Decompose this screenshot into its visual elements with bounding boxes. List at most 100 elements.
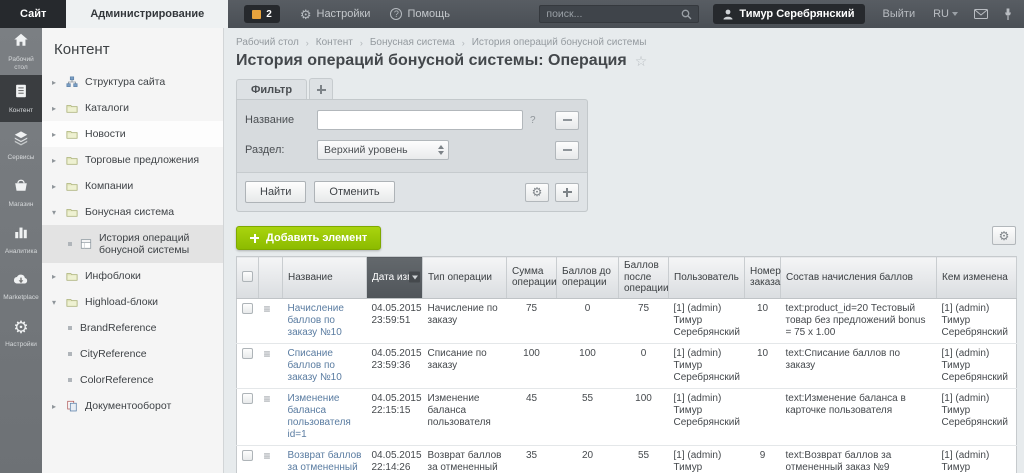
stepper-icon <box>438 145 444 155</box>
row-menu-icon[interactable]: ≡ <box>264 392 271 406</box>
bullet-icon <box>66 326 74 330</box>
expand-arrow-icon[interactable]: ▸ <box>52 156 60 165</box>
expand-arrow-icon[interactable]: ▸ <box>52 104 60 113</box>
cell-type: Изменение баланса пользователя <box>423 388 507 445</box>
filter-collapse-button[interactable] <box>582 88 588 94</box>
add-filter-field-button[interactable] <box>555 183 579 202</box>
filter-settings-button[interactable]: ⚙ <box>525 183 549 202</box>
breadcrumb-item[interactable]: Рабочий стол <box>236 37 299 48</box>
list-settings-button[interactable]: ⚙ <box>992 226 1016 245</box>
expand-arrow-icon[interactable]: ▸ <box>52 182 60 191</box>
menu-item[interactable]: ColorReference <box>42 367 223 393</box>
menu-item[interactable]: ▸Документооборот <box>42 393 223 419</box>
help-icon[interactable]: ? <box>530 115 536 126</box>
column-header-sum[interactable]: Сумма операции <box>507 257 557 299</box>
row-checkbox[interactable] <box>242 450 253 461</box>
cell-detail: text:product_id=20 Тестовый товар без пр… <box>781 298 937 343</box>
gear-icon: ⚙ <box>13 319 28 338</box>
messages-icon[interactable] <box>974 9 988 19</box>
menu-item[interactable]: ▾Бонусная система <box>42 199 223 225</box>
breadcrumb-item[interactable]: Бонусная система <box>370 37 455 48</box>
row-checkbox[interactable] <box>242 348 253 359</box>
expand-arrow-icon[interactable]: ▸ <box>52 402 60 411</box>
rail-item-label: Настройки <box>1 341 41 348</box>
name-filter-input[interactable] <box>317 110 523 130</box>
expand-arrow-icon[interactable]: ▾ <box>52 208 60 217</box>
expand-arrow-icon[interactable]: ▸ <box>52 272 60 281</box>
row-menu-icon[interactable]: ≡ <box>264 449 271 463</box>
row-checkbox[interactable] <box>242 393 253 404</box>
column-header-name[interactable]: Название <box>283 257 367 299</box>
menu-item[interactable]: ▾Highload-блоки <box>42 289 223 315</box>
help-link[interactable]: ? Помощь <box>390 8 450 20</box>
column-header-order[interactable]: Номер заказа <box>745 257 781 299</box>
breadcrumb-item-current: История операций бонусной системы <box>472 37 647 48</box>
language-selector[interactable]: RU <box>933 8 958 20</box>
notification-count: 2 <box>266 9 272 20</box>
column-header-detail[interactable]: Состав начисления баллов <box>781 257 937 299</box>
column-header-before[interactable]: Баллов до операции <box>557 257 619 299</box>
rail-item[interactable]: Магазин <box>0 169 42 216</box>
menu-item[interactable]: ▸Инфоблоки <box>42 263 223 289</box>
menu-item[interactable]: ▸Новости <box>42 121 223 147</box>
cell-name[interactable]: Изменение баланса пользователя id=1 <box>283 388 367 445</box>
list-toolbar: Добавить элемент ⚙ <box>236 226 1016 250</box>
rail-item[interactable]: ⚙ Настройки <box>0 310 42 357</box>
rail-item[interactable]: Сервисы <box>0 122 42 169</box>
menu-item[interactable]: ▸Структура сайта <box>42 69 223 95</box>
cancel-button[interactable]: Отменить <box>314 181 394 203</box>
cell-name[interactable]: Возврат баллов за отмененный заказ №9 <box>283 445 367 473</box>
bullet-icon <box>66 242 74 246</box>
site-tab[interactable]: Сайт <box>0 0 66 28</box>
cell-name[interactable]: Начисление баллов по заказу №10 <box>283 298 367 343</box>
table-row[interactable]: ≡Возврат баллов за отмененный заказ №904… <box>237 445 1017 473</box>
logout-link[interactable]: Выйти <box>883 8 916 20</box>
select-all-checkbox[interactable] <box>242 271 253 282</box>
folder-icon <box>66 206 79 218</box>
layers-icon <box>13 130 29 151</box>
rail-item[interactable]: Marketplace <box>0 263 42 310</box>
search-input[interactable] <box>546 8 681 20</box>
rail-item[interactable]: Аналитика <box>0 216 42 263</box>
user-menu[interactable]: Тимур Серебрянский <box>713 4 864 24</box>
row-menu-icon[interactable]: ≡ <box>264 302 271 316</box>
menu-item[interactable]: ▸Каталоги <box>42 95 223 121</box>
filter-tab[interactable]: Фильтр <box>236 79 307 99</box>
table-row[interactable]: ≡Списание баллов по заказу №1004.05.2015… <box>237 343 1017 388</box>
column-header-date[interactable]: Дата изм. <box>367 257 423 299</box>
admin-tab[interactable]: Администрирование <box>66 0 228 28</box>
row-menu-icon[interactable]: ≡ <box>264 347 271 361</box>
remove-name-filter-button[interactable] <box>555 111 579 130</box>
table-row[interactable]: ≡Изменение баланса пользователя id=104.0… <box>237 388 1017 445</box>
menu-item[interactable]: CityReference <box>42 341 223 367</box>
expand-arrow-icon[interactable]: ▸ <box>52 130 60 139</box>
menu-item[interactable]: ▸Компании <box>42 173 223 199</box>
cell-before: 100 <box>557 343 619 388</box>
sort-desc-icon[interactable] <box>409 272 420 283</box>
row-checkbox[interactable] <box>242 303 253 314</box>
section-select[interactable]: Верхний уровень <box>317 140 449 160</box>
breadcrumb-item[interactable]: Контент <box>316 37 353 48</box>
cell-name[interactable]: Списание баллов по заказу №10 <box>283 343 367 388</box>
find-button[interactable]: Найти <box>245 181 306 203</box>
add-element-button[interactable]: Добавить элемент <box>236 226 381 250</box>
rail-item[interactable]: Контент <box>0 75 42 122</box>
column-header-type[interactable]: Тип операции <box>423 257 507 299</box>
search-icon[interactable] <box>681 9 692 20</box>
favorite-star-icon[interactable]: ☆ <box>635 53 648 70</box>
column-header-user[interactable]: Пользователь <box>669 257 745 299</box>
add-filter-tab-button[interactable] <box>309 78 333 99</box>
remove-section-filter-button[interactable] <box>555 141 579 160</box>
column-header-after[interactable]: Баллов после операции <box>619 257 669 299</box>
notifications-badge[interactable]: 2 <box>244 5 280 23</box>
column-header-changed_by[interactable]: Кем изменена <box>937 257 1017 299</box>
menu-item[interactable]: ▸Торговые предложения <box>42 147 223 173</box>
table-row[interactable]: ≡Начисление баллов по заказу №1004.05.20… <box>237 298 1017 343</box>
pin-icon[interactable] <box>1004 8 1012 21</box>
menu-item[interactable]: История операций бонусной системы <box>42 225 223 263</box>
menu-item[interactable]: BrandReference <box>42 315 223 341</box>
settings-link[interactable]: ⚙ Настройки <box>300 8 371 21</box>
expand-arrow-icon[interactable]: ▸ <box>52 78 60 87</box>
rail-item[interactable]: Рабочий стол <box>0 28 42 75</box>
expand-arrow-icon[interactable]: ▾ <box>52 298 60 307</box>
